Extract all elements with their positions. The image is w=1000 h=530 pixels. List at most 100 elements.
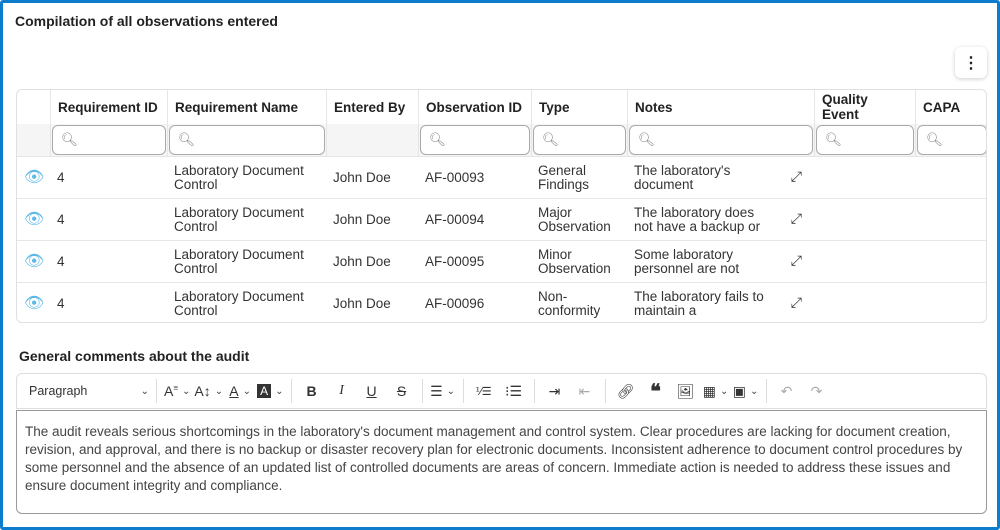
cell-entered-by: John Doe (326, 199, 418, 240)
filter-type[interactable]: 🔍︎ (531, 124, 627, 156)
filter-quality-event[interactable]: 🔍︎ (814, 124, 915, 156)
paragraph-format-dropdown[interactable]: Paragraph ⌄ (29, 378, 149, 404)
outdent-button[interactable]: ⇤ (572, 378, 598, 404)
link-button[interactable]: 🔗︎ (613, 378, 639, 404)
search-icon: 🔍︎ (429, 132, 447, 147)
expand-icon[interactable]: ⤢ (791, 295, 802, 309)
table-row: 👁︎ 4 Laboratory Document Control John Doe AF… (17, 198, 986, 240)
italic-icon: I (339, 383, 344, 398)
image-button[interactable]: 🖼︎ (673, 378, 699, 404)
header-entered-by[interactable]: Entered By (326, 90, 418, 124)
divider (533, 379, 535, 403)
numbered-list-button[interactable]: ⅟☰ (471, 378, 497, 404)
more-options-button[interactable]: ⋮ (955, 47, 987, 78)
filter-requirement-id[interactable]: 🔍︎ (50, 124, 167, 156)
type-text: General Findings (538, 162, 590, 192)
comments-editor[interactable]: The audit reveals serious shortcomings i… (16, 410, 987, 514)
header-row: Requirement ID Requirement Name Entered … (17, 90, 986, 124)
cell-capa (915, 199, 986, 240)
cell-requirement-name: Laboratory Document Control (167, 241, 326, 282)
header-requirement-id[interactable]: Requirement ID (50, 90, 167, 124)
divider (765, 379, 767, 403)
cell-entered-by: John Doe (326, 157, 418, 198)
cell-view[interactable]: 👁︎ (17, 283, 50, 322)
cell-quality-event (814, 283, 915, 322)
notes-text: The laboratory fails to maintain a (634, 288, 764, 318)
notes-text: The laboratory's document (634, 162, 731, 192)
cell-capa (915, 157, 986, 198)
underline-button[interactable]: U (359, 378, 385, 404)
undo-button[interactable]: ↶ (774, 378, 800, 404)
cell-type: General Findings (531, 157, 627, 198)
filter-empty (17, 124, 50, 156)
font-color-button[interactable]: A ⌄ (227, 378, 253, 404)
image-icon: 🖼︎ (676, 382, 695, 399)
search-icon: 🔍︎ (61, 132, 79, 147)
indent-button[interactable]: ⇥ (542, 378, 568, 404)
divider (421, 379, 423, 403)
bold-button[interactable]: B (299, 378, 325, 404)
cell-view[interactable]: 👁︎ (17, 241, 50, 282)
cell-type: Minor Observation (531, 241, 627, 282)
filter-capa[interactable]: 🔍︎ (915, 124, 986, 156)
header-type[interactable]: Type (531, 90, 627, 124)
bulleted-list-button[interactable]: ⁝☰ (501, 378, 527, 404)
cell-type: Major Observation (531, 199, 627, 240)
chevron-down-icon: ⌄ (749, 385, 759, 397)
redo-button[interactable]: ↷ (804, 378, 830, 404)
filter-notes[interactable]: 🔍︎ (627, 124, 814, 156)
header-quality-event[interactable]: Quality Event (814, 90, 915, 124)
cell-observation-id: AF-00095 (418, 241, 531, 282)
kebab-icon: ⋮ (963, 54, 979, 72)
header-requirement-name[interactable]: Requirement Name (167, 90, 326, 124)
observation-id-text: AF-00094 (425, 211, 485, 227)
strikethrough-icon: S (396, 383, 407, 399)
italic-button[interactable]: I (329, 378, 355, 404)
observations-table: Requirement ID Requirement Name Entered … (16, 89, 987, 323)
cell-quality-event (814, 199, 915, 240)
search-icon: 🔍︎ (638, 132, 656, 147)
view-eye-icon[interactable]: 👁︎ (24, 253, 44, 269)
header-capa[interactable]: CAPA (915, 90, 986, 124)
view-eye-icon[interactable]: 👁︎ (24, 169, 44, 185)
filter-requirement-name[interactable]: 🔍︎ (167, 124, 326, 156)
view-eye-icon[interactable]: 👁︎ (24, 211, 44, 227)
cell-view[interactable]: 👁︎ (17, 199, 50, 240)
table-icon: ▦ (702, 382, 716, 399)
numbered-list-icon: ⅟☰ (475, 385, 492, 398)
indent-icon: ⇥ (548, 382, 561, 399)
expand-icon[interactable]: ⤢ (791, 169, 802, 183)
header-observation-id[interactable]: Observation ID (418, 90, 531, 124)
chevron-down-icon: ⌄ (140, 385, 149, 397)
search-icon: 🔍︎ (542, 132, 560, 147)
underline-icon: U (366, 383, 377, 399)
paragraph-label: Paragraph (29, 384, 88, 398)
expand-icon[interactable]: ⤢ (791, 211, 802, 225)
redo-icon: ↷ (810, 382, 823, 399)
requirement-id-text: 4 (57, 295, 65, 311)
header-notes[interactable]: Notes (627, 90, 814, 124)
strikethrough-button[interactable]: S (389, 378, 415, 404)
expand-icon[interactable]: ⤢ (791, 253, 802, 267)
type-text: Minor Observation (538, 246, 611, 276)
cell-quality-event (814, 157, 915, 198)
cell-requirement-name: Laboratory Document Control (167, 199, 326, 240)
chevron-down-icon: ⌄ (182, 385, 191, 397)
line-height-button[interactable]: A↕ ⌄ (194, 378, 223, 404)
divider (604, 379, 606, 403)
link-icon: 🔗︎ (616, 382, 635, 399)
type-text: Major Observation (538, 204, 611, 234)
undo-icon: ↶ (780, 382, 793, 399)
divider (156, 379, 157, 403)
table-button[interactable]: ▦ ⌄ (703, 378, 729, 404)
view-eye-icon[interactable]: 👁︎ (24, 295, 44, 311)
align-button[interactable]: ☰ ⌄ (430, 378, 456, 404)
filter-observation-id[interactable]: 🔍︎ (418, 124, 531, 156)
media-button[interactable]: ▣ ⌄ (733, 378, 759, 404)
background-color-button[interactable]: A ⌄ (257, 378, 284, 404)
font-size-button[interactable]: A≡ ⌄ (164, 378, 190, 404)
entered-by-text: John Doe (333, 169, 391, 185)
cell-view[interactable]: 👁︎ (17, 157, 50, 198)
outdent-icon: ⇤ (578, 382, 591, 399)
blockquote-button[interactable]: ❝ (643, 378, 669, 404)
